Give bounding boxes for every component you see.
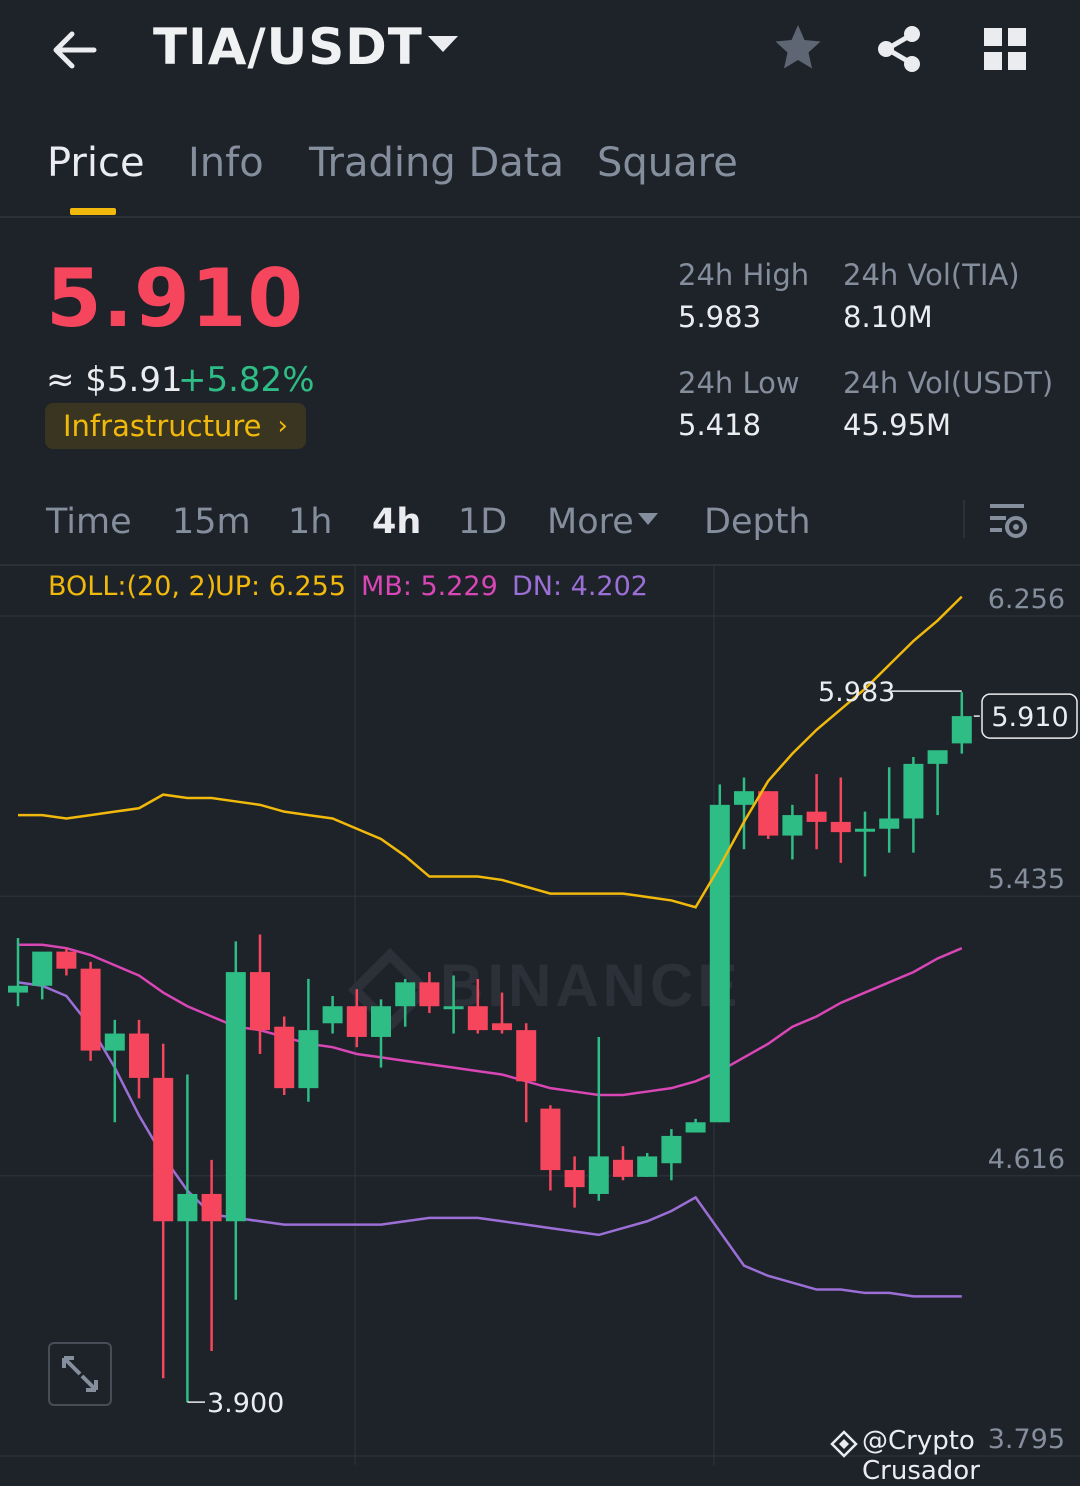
candle-body: [903, 763, 924, 819]
candle-body: [492, 1023, 512, 1031]
candle-body: [879, 818, 900, 829]
category-label: Infrastructure: [63, 409, 262, 443]
candle-body: [322, 1006, 343, 1024]
candle-body: [830, 821, 851, 833]
candle-body: [129, 1033, 149, 1078]
candle-body: [927, 750, 948, 764]
expand-icon: [62, 1356, 98, 1392]
low-label: 24h Low: [678, 366, 800, 400]
binance-logo-icon: [830, 1430, 858, 1458]
active-tab-indicator: [70, 208, 116, 215]
boll-mb-label: MB: 5.229: [361, 571, 498, 602]
interval-more[interactable]: More: [547, 502, 634, 542]
tab-square[interactable]: Square: [597, 140, 738, 186]
candle-body: [661, 1135, 682, 1164]
candle-body: [177, 1193, 198, 1222]
high-value: 5.983: [678, 300, 762, 334]
candle-body: [782, 815, 803, 836]
chevron-right-icon: ›: [277, 411, 288, 441]
candle-body: [56, 951, 77, 969]
candle-body: [32, 951, 53, 986]
candle-body: [104, 1033, 125, 1051]
candle-body: [395, 982, 416, 1007]
y-axis-label: 6.256: [988, 584, 1065, 615]
candle-body: [806, 811, 827, 822]
candle-body: [298, 1030, 319, 1089]
candle-body: [951, 716, 972, 744]
price-chart[interactable]: BINANCE6.2565.4354.6163.7955.9833.9005.9…: [0, 566, 1080, 1465]
y-axis-label: 5.435: [988, 864, 1065, 895]
star-icon[interactable]: [772, 22, 824, 74]
usd-price: ≈ $5.91: [46, 360, 183, 400]
vol-tia-label: 24h Vol(TIA): [843, 258, 1020, 292]
high-marker-label: 5.983: [818, 677, 895, 708]
caret-down-icon[interactable]: [428, 36, 458, 52]
candle-body: [8, 985, 28, 993]
y-axis-label: 4.616: [988, 1144, 1065, 1175]
pair-title[interactable]: TIA/USDT: [153, 18, 423, 76]
interval-4h[interactable]: 4h: [372, 502, 421, 542]
caret-down-icon[interactable]: [638, 513, 658, 525]
candle-body: [467, 1006, 488, 1031]
low-marker-label: 3.900: [207, 1388, 284, 1419]
candle-body: [855, 828, 875, 832]
candle-body: [588, 1156, 609, 1194]
candle-body: [734, 791, 754, 805]
share-icon[interactable]: [874, 24, 924, 74]
credit-text: @Crypto Crusador: [862, 1426, 980, 1486]
candle-body: [371, 1006, 391, 1037]
candle-body: [274, 1026, 295, 1089]
interval-15m[interactable]: 15m: [172, 502, 251, 542]
high-label: 24h High: [678, 258, 810, 292]
boll-dn-label: DN: 4.202: [512, 571, 648, 602]
interval-1d[interactable]: 1D: [458, 502, 507, 542]
grid-icon[interactable]: [984, 28, 1026, 70]
candle-body: [637, 1156, 658, 1177]
candle-body: [419, 982, 440, 1007]
candle-body: [225, 972, 246, 1222]
chart-settings-icon[interactable]: [988, 502, 1028, 540]
interval-time[interactable]: Time: [46, 502, 132, 542]
candle-body: [685, 1122, 706, 1133]
candle-body: [80, 968, 101, 1051]
fullscreen-button[interactable]: [48, 1342, 112, 1406]
boll-name: BOLL:(20, 2): [48, 571, 217, 602]
tab-trading-data[interactable]: Trading Data: [309, 140, 564, 186]
candle-body: [346, 1006, 367, 1037]
low-value: 5.418: [678, 408, 762, 442]
candle-body: [758, 791, 779, 836]
candle-body: [540, 1108, 561, 1171]
last-price-label: 5.910: [991, 702, 1068, 733]
candle-body: [153, 1077, 174, 1222]
boll-upper-line: [18, 595, 963, 909]
tab-info[interactable]: Info: [188, 140, 264, 186]
vol-usdt-label: 24h Vol(USDT): [843, 366, 1054, 400]
category-tag[interactable]: Infrastructure ›: [45, 403, 306, 449]
last-price: 5.910: [46, 252, 305, 345]
price-change: +5.82%: [178, 360, 315, 400]
vol-usdt-value: 45.95M: [843, 408, 952, 442]
candle-body: [201, 1193, 222, 1222]
candle-body: [613, 1159, 633, 1177]
candle-body: [250, 972, 270, 1031]
candle-body: [443, 1006, 464, 1010]
boll-up-label: UP: 6.255: [215, 571, 347, 602]
arrow-left-icon[interactable]: [48, 22, 104, 78]
tab-price[interactable]: Price: [47, 140, 145, 186]
interval-1h[interactable]: 1h: [288, 502, 332, 542]
candle-body: [516, 1030, 537, 1082]
candle-body: [564, 1170, 585, 1188]
interval-depth[interactable]: Depth: [704, 502, 811, 542]
divider: [963, 500, 965, 538]
divider: [0, 216, 1080, 218]
vol-tia-value: 8.10M: [843, 300, 933, 334]
top-bar: TIA/USDT: [0, 0, 1080, 100]
